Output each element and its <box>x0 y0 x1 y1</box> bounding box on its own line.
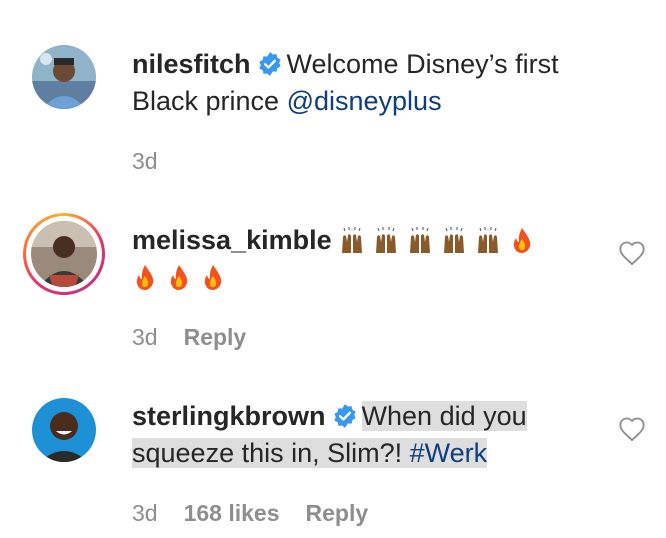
avatar-photo-melissa_kimble <box>31 221 97 287</box>
comment-text: melissa_kimble <box>132 222 592 296</box>
reply-button[interactable]: Reply <box>184 324 247 350</box>
mention-link[interactable]: @disneyplus <box>287 86 442 116</box>
fire-icon <box>170 265 188 290</box>
comment-meta: 3d <box>132 148 184 175</box>
avatar-photo-nilesfitch <box>32 45 96 109</box>
timestamp[interactable]: 3d <box>132 500 158 526</box>
username[interactable]: melissa_kimble <box>132 225 332 255</box>
username[interactable]: nilesfitch <box>132 49 251 79</box>
comment-text: nilesfitch Welcome Disney’s first Black p… <box>132 46 592 120</box>
verified-badge-icon <box>258 52 281 76</box>
username[interactable]: sterlingkbrown <box>132 401 326 431</box>
comment-body-text: squeeze this in, Slim?! <box>132 438 410 468</box>
story-ring-avatar[interactable] <box>23 213 105 295</box>
avatar[interactable] <box>32 45 96 109</box>
timestamp[interactable]: 3d <box>132 148 158 174</box>
reply-button[interactable]: Reply <box>306 500 369 526</box>
hashtag-link[interactable]: #Werk <box>410 438 488 468</box>
like-heart-icon[interactable] <box>618 240 646 266</box>
like-heart-icon[interactable] <box>618 416 646 442</box>
fire-icon <box>513 228 531 253</box>
avatar[interactable] <box>32 398 96 462</box>
avatar-photo-sterlingkbrown <box>32 398 96 462</box>
comment-meta: 3d 168 likes Reply <box>132 500 394 527</box>
comment-body: Welcome Disney’s first <box>286 49 559 79</box>
raising-hands-icon <box>444 227 465 253</box>
raising-hands-icon <box>478 227 499 253</box>
raising-hands-icon <box>342 227 363 253</box>
comment-body-cont: squeeze this in, Slim?! #Werk <box>132 438 488 468</box>
fire-icon <box>204 265 222 290</box>
emoji-line-1 <box>339 225 543 255</box>
comment-meta: 3d Reply <box>132 324 272 351</box>
verified-badge-icon <box>333 404 356 428</box>
raising-hands-icon <box>376 227 397 253</box>
likes-count[interactable]: 168 likes <box>184 500 280 526</box>
comment-body: When did you <box>361 401 527 431</box>
comment-body-cont: Black prince <box>132 86 287 116</box>
avatar <box>31 221 97 287</box>
fire-icon <box>136 265 154 290</box>
emoji-line-2 <box>132 262 234 292</box>
comment-text: sterlingkbrown When did you squeeze this … <box>132 398 592 472</box>
timestamp[interactable]: 3d <box>132 324 158 350</box>
raising-hands-icon <box>410 227 431 253</box>
